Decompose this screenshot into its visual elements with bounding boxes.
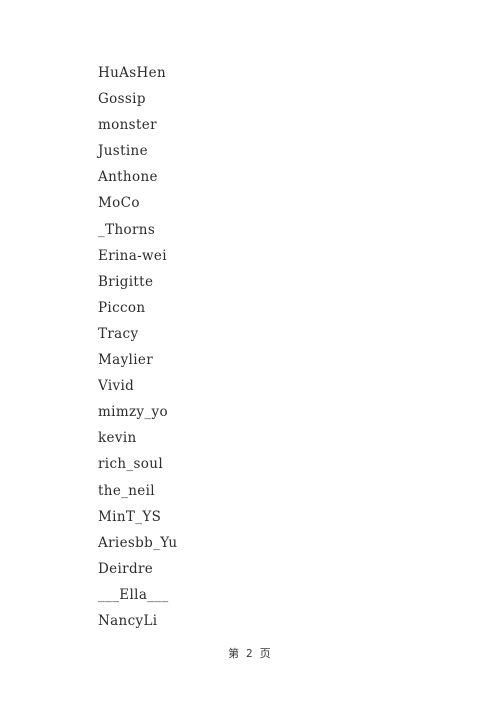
list-item: mimzy_yo xyxy=(98,404,168,421)
footer-page-number: 2 xyxy=(246,648,254,660)
list-item: Anthone xyxy=(98,169,158,186)
list-item: _Thorns xyxy=(98,221,156,238)
list-item: rich_soul xyxy=(98,456,163,473)
page-footer: 第 2 页 xyxy=(0,645,500,661)
list-item: Piccon xyxy=(98,299,146,316)
list-item: Erina-wei xyxy=(98,247,167,264)
document-page: HuAsHen Gossip monster Justine Anthone MoCo _T… xyxy=(0,0,500,708)
list-item: Ariesbb_Yu xyxy=(98,534,178,551)
list-item: MoCo xyxy=(98,195,140,212)
list-item: NancyLi xyxy=(98,612,158,629)
list-item: the_neil xyxy=(98,482,155,499)
list-item: Gossip xyxy=(98,91,146,108)
list-item: HuAsHen xyxy=(98,65,167,81)
list-item: ___Ella___ xyxy=(98,586,169,603)
list-item: Maylier xyxy=(98,352,154,369)
list-item: kevin xyxy=(98,430,137,447)
username-list: HuAsHen Gossip monster Justine Anthone MoCo _T… xyxy=(98,60,428,634)
footer-suffix: 页 xyxy=(259,647,272,660)
list-item: Justine xyxy=(98,143,148,160)
list-item: Vivid xyxy=(98,378,135,395)
footer-prefix: 第 xyxy=(228,647,241,660)
list-item: Brigitte xyxy=(98,273,154,290)
list-item: monster xyxy=(98,117,157,134)
list-item: Tracy xyxy=(98,325,139,342)
list-item: Deirdre xyxy=(98,560,154,577)
list-item: MinT_YS xyxy=(98,508,162,525)
